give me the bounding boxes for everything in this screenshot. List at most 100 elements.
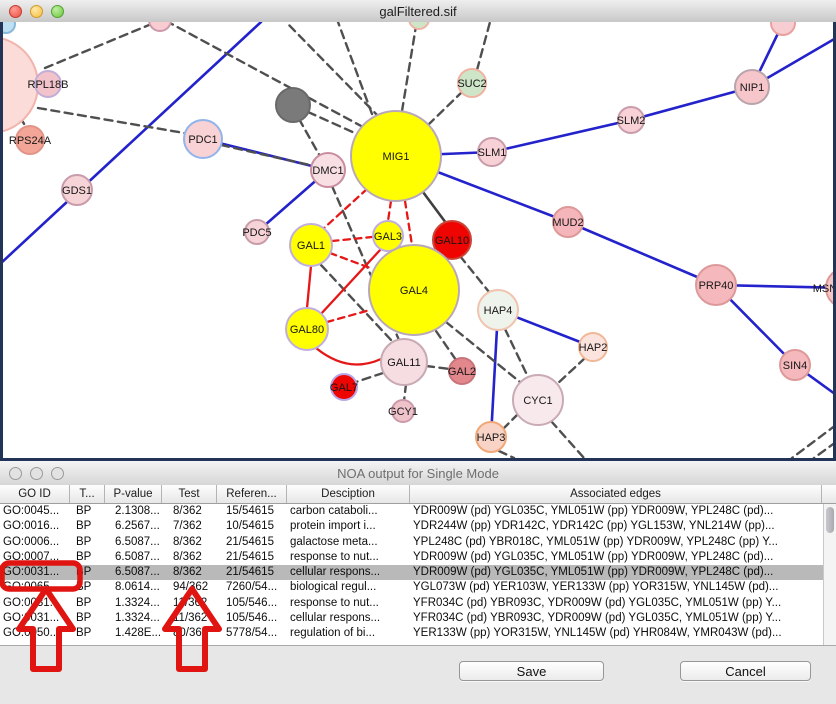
table-cell[interactable]: YFR034C (pd) YBR093C, YDR009W (pd) YGL03… bbox=[410, 611, 836, 626]
node-top-node-2[interactable] bbox=[409, 22, 429, 29]
table-row[interactable]: GO:0031...BP1.3324...11/362105/546...cel… bbox=[0, 611, 836, 626]
table-row[interactable]: GO:0007...BP6.5087...8/36221/54615respon… bbox=[0, 550, 836, 565]
table-cell[interactable]: 7/362 bbox=[162, 519, 217, 534]
zoom-button[interactable] bbox=[51, 5, 64, 18]
table-cell[interactable]: 7260/54... bbox=[217, 580, 287, 595]
table-cell[interactable]: galactose meta... bbox=[287, 535, 410, 550]
table-cell[interactable]: YFR034C (pd) YBR093C, YDR009W (pd) YGL03… bbox=[410, 596, 836, 611]
table-cell[interactable]: BP bbox=[70, 580, 105, 595]
table-cell[interactable]: BP bbox=[70, 611, 105, 626]
minimize-button[interactable] bbox=[30, 467, 43, 480]
table-row[interactable]: GO:0050...BP1.428E...80/3625778/54...reg… bbox=[0, 626, 836, 641]
table-cell[interactable]: 94/362 bbox=[162, 580, 217, 595]
column-header[interactable]: Associated edges bbox=[410, 485, 822, 503]
table-cell[interactable]: GO:0031... bbox=[0, 611, 70, 626]
table-row[interactable]: GO:0016...BP6.2567...7/36210/54615protei… bbox=[0, 519, 836, 534]
table-cell[interactable]: 10/54615 bbox=[217, 519, 287, 534]
table-cell[interactable]: GO:0006... bbox=[0, 535, 70, 550]
network-canvas[interactable]: RPL18BRPS24AGDS1PDC1PDC5DMC1SUC2SLM1SLM2… bbox=[0, 22, 836, 461]
column-header[interactable] bbox=[822, 485, 836, 503]
table-cell[interactable]: 80/362 bbox=[162, 626, 217, 641]
table-cell[interactable]: GO:0031... bbox=[0, 565, 70, 580]
table-cell[interactable]: GO:0016... bbox=[0, 519, 70, 534]
table-cell[interactable]: 6.5087... bbox=[105, 565, 162, 580]
table-row[interactable]: GO:0045...BP2.1308...8/36215/54615carbon… bbox=[0, 504, 836, 519]
node-label-PDC1: PDC1 bbox=[188, 134, 217, 146]
table-cell[interactable]: regulation of bi... bbox=[287, 626, 410, 641]
table-cell[interactable]: GO:0045... bbox=[0, 504, 70, 519]
network-graph[interactable]: RPL18BRPS24AGDS1PDC1PDC5DMC1SUC2SLM1SLM2… bbox=[3, 22, 833, 458]
network-titlebar[interactable]: galFiltered.sif bbox=[0, 0, 836, 23]
table-cell[interactable]: 21/54615 bbox=[217, 550, 287, 565]
table-cell[interactable]: 15/54615 bbox=[217, 504, 287, 519]
close-button[interactable] bbox=[9, 467, 22, 480]
table-cell[interactable]: 1.428E... bbox=[105, 626, 162, 641]
node-grey-node[interactable] bbox=[276, 88, 310, 122]
table-cell[interactable]: YGL073W (pd) YER103W, YER133W (pp) YOR31… bbox=[410, 580, 836, 595]
table-cell[interactable]: GO:0050... bbox=[0, 626, 70, 641]
table-cell[interactable]: 105/546... bbox=[217, 611, 287, 626]
table-cell[interactable]: response to nut... bbox=[287, 596, 410, 611]
column-header[interactable]: Test bbox=[162, 485, 217, 503]
table-cell[interactable]: cellular respons... bbox=[287, 611, 410, 626]
column-header[interactable]: T... bbox=[70, 485, 105, 503]
table-cell[interactable]: BP bbox=[70, 535, 105, 550]
table-row[interactable]: GO:0006...BP6.5087...8/36221/54615galact… bbox=[0, 535, 836, 550]
node-top-node-1[interactable] bbox=[149, 22, 171, 31]
table-cell[interactable]: YPL248C (pd) YBR018C, YML051W (pp) YDR00… bbox=[410, 535, 836, 550]
minimize-button[interactable] bbox=[30, 5, 43, 18]
table-cell[interactable]: 105/546... bbox=[217, 596, 287, 611]
table-cell[interactable]: 8/362 bbox=[162, 565, 217, 580]
table-cell[interactable]: 6.5087... bbox=[105, 535, 162, 550]
table-cell[interactable]: BP bbox=[70, 519, 105, 534]
table-cell[interactable]: GO:0031... bbox=[0, 596, 70, 611]
table-cell[interactable]: GO:0065... bbox=[0, 580, 70, 595]
column-header[interactable]: Desciption bbox=[287, 485, 410, 503]
table-cell[interactable]: 8/362 bbox=[162, 504, 217, 519]
table-cell[interactable]: BP bbox=[70, 565, 105, 580]
scrollbar-thumb[interactable] bbox=[826, 507, 834, 533]
table-cell[interactable]: response to nut... bbox=[287, 550, 410, 565]
table-row[interactable]: GO:0031...BP6.5087...8/36221/54615cellul… bbox=[0, 565, 836, 580]
table-cell[interactable]: YDR009W (pd) YGL035C, YML051W (pp) YDR00… bbox=[410, 565, 836, 580]
table-cell[interactable]: protein import i... bbox=[287, 519, 410, 534]
table-row[interactable]: GO:0065...BP8.0614...94/3627260/54...bio… bbox=[0, 580, 836, 595]
table-cell[interactable]: 11/362 bbox=[162, 611, 217, 626]
noa-titlebar[interactable]: NOA output for Single Mode bbox=[0, 461, 836, 486]
table-cell[interactable]: 21/54615 bbox=[217, 565, 287, 580]
table-cell[interactable]: YER133W (pp) YOR315W, YNL145W (pd) YHR08… bbox=[410, 626, 836, 641]
table-cell[interactable]: BP bbox=[70, 626, 105, 641]
table-scrollbar[interactable] bbox=[823, 504, 836, 645]
table-cell[interactable]: YDR244W (pp) YDR142C, YDR142C (pp) YGL15… bbox=[410, 519, 836, 534]
table-cell[interactable]: BP bbox=[70, 550, 105, 565]
table-cell[interactable]: carbon cataboli... bbox=[287, 504, 410, 519]
column-header[interactable]: P-value bbox=[105, 485, 162, 503]
close-button[interactable] bbox=[9, 5, 22, 18]
column-header[interactable]: Referen... bbox=[217, 485, 287, 503]
node-corner-node[interactable] bbox=[3, 22, 15, 33]
table-cell[interactable]: 8/362 bbox=[162, 535, 217, 550]
table-cell[interactable]: cellular respons... bbox=[287, 565, 410, 580]
table-cell[interactable]: 11/362 bbox=[162, 596, 217, 611]
table-cell[interactable]: biological regul... bbox=[287, 580, 410, 595]
table-cell[interactable]: 2.1308... bbox=[105, 504, 162, 519]
table-row[interactable]: GO:0031...BP1.3324...11/362105/546...res… bbox=[0, 596, 836, 611]
zoom-button[interactable] bbox=[51, 467, 64, 480]
save-button[interactable]: Save bbox=[459, 661, 604, 681]
table-cell[interactable]: 8/362 bbox=[162, 550, 217, 565]
table-cell[interactable]: 1.3324... bbox=[105, 596, 162, 611]
node-top-node-3[interactable] bbox=[771, 22, 795, 35]
table-cell[interactable]: BP bbox=[70, 596, 105, 611]
table-cell[interactable]: YDR009W (pd) YGL035C, YML051W (pp) YDR00… bbox=[410, 550, 836, 565]
table-cell[interactable]: YDR009W (pd) YGL035C, YML051W (pp) YDR00… bbox=[410, 504, 836, 519]
cancel-button[interactable]: Cancel bbox=[680, 661, 811, 681]
table-cell[interactable]: 6.5087... bbox=[105, 550, 162, 565]
column-header[interactable]: GO ID bbox=[0, 485, 70, 503]
table-cell[interactable]: 8.0614... bbox=[105, 580, 162, 595]
table-cell[interactable]: 1.3324... bbox=[105, 611, 162, 626]
table-cell[interactable]: 21/54615 bbox=[217, 535, 287, 550]
table-cell[interactable]: 6.2567... bbox=[105, 519, 162, 534]
table-cell[interactable]: GO:0007... bbox=[0, 550, 70, 565]
table-cell[interactable]: BP bbox=[70, 504, 105, 519]
table-cell[interactable]: 5778/54... bbox=[217, 626, 287, 641]
